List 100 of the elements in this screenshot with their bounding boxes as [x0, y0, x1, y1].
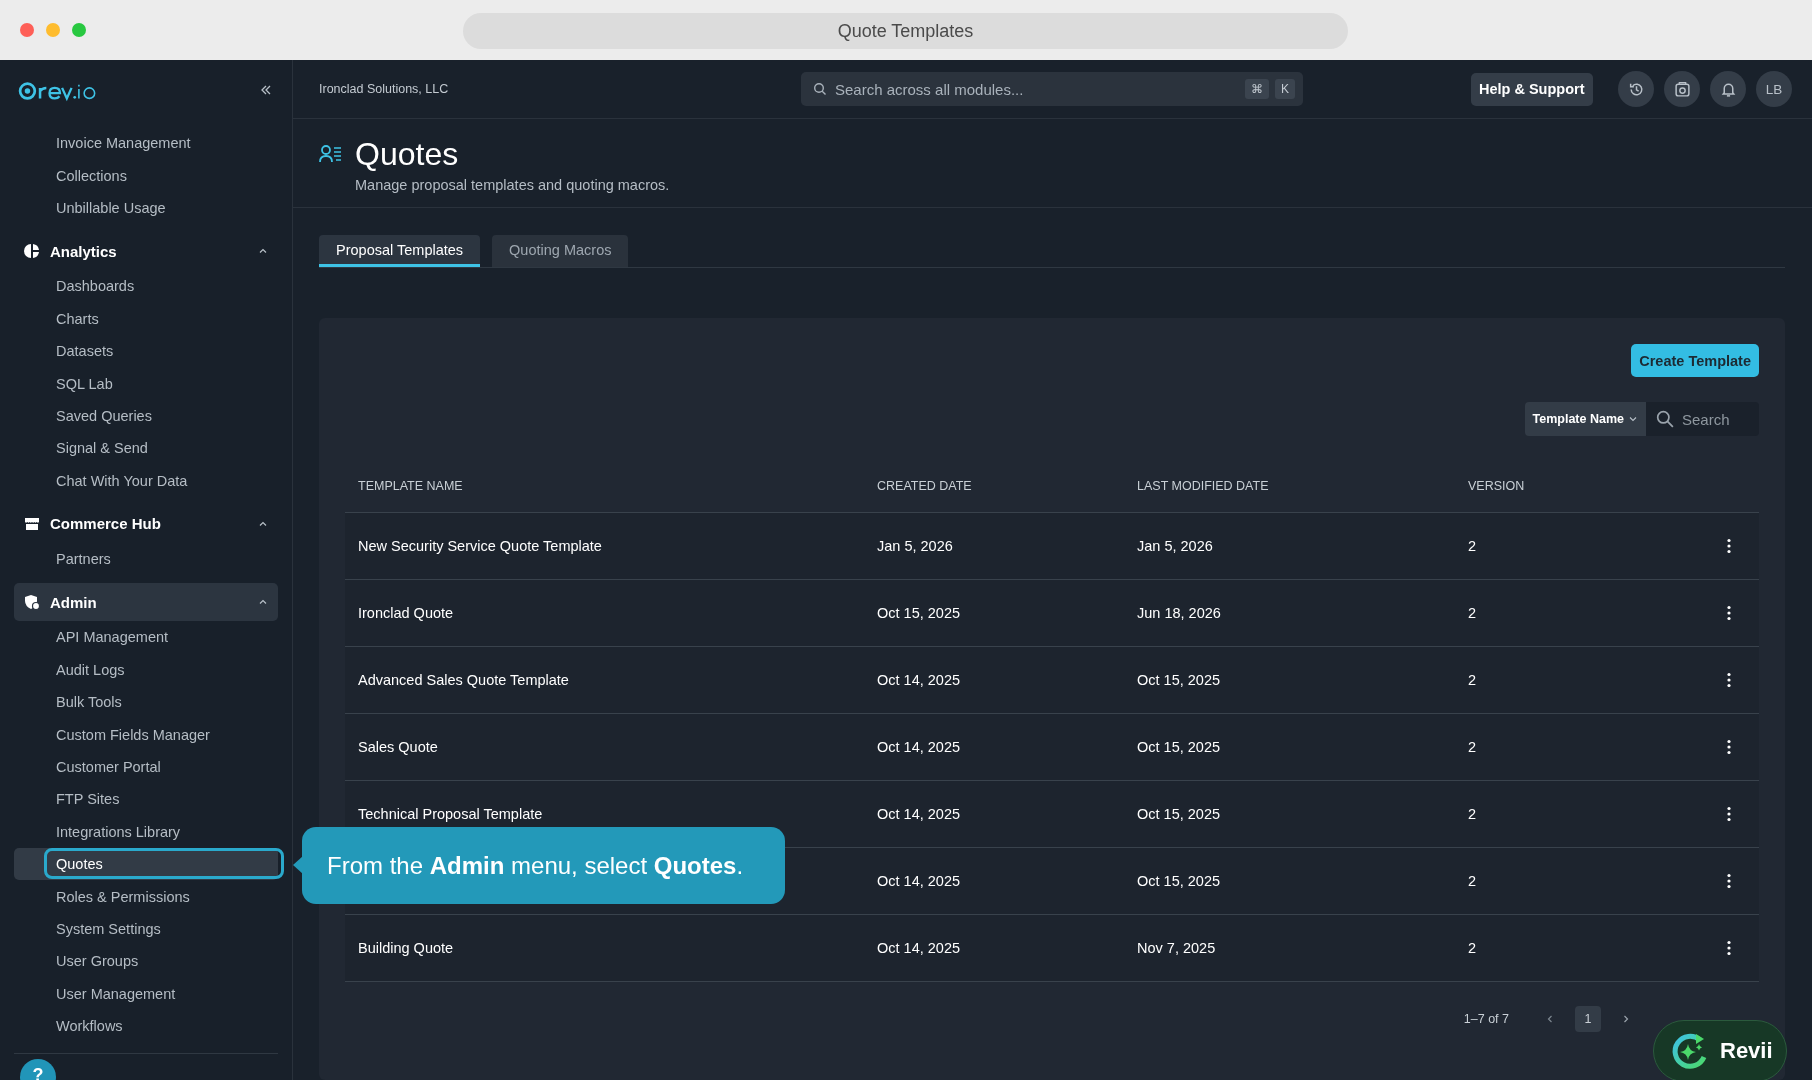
table-cell: 2 [1468, 806, 1477, 822]
sidebar-item[interactable]: Workflows [14, 1010, 278, 1043]
column-header: TEMPLATE NAME [358, 478, 464, 493]
column-header: VERSION [1468, 478, 1526, 493]
table-cell: Jun 18, 2026 [1137, 605, 1221, 621]
sidebar-item[interactable]: User Management [14, 977, 278, 1010]
section-title: Admin [50, 593, 98, 611]
camera-icon[interactable] [1664, 71, 1700, 107]
table-cell: Technical Proposal Template [358, 806, 543, 822]
history-icon[interactable] [1618, 71, 1654, 107]
table-cell: Oct 15, 2025 [1137, 873, 1221, 889]
table-cell: New Security Service Quote Template [358, 538, 602, 554]
user-avatar[interactable]: LB [1756, 71, 1792, 107]
sidebar-item[interactable]: Audit Logs [14, 653, 278, 687]
column-header: CREATED DATE [877, 478, 973, 493]
search-icon [1656, 410, 1674, 428]
more-options-icon[interactable] [1727, 538, 1731, 554]
previous-page-icon[interactable] [1545, 1014, 1555, 1024]
page-button[interactable]: 1 [1575, 1006, 1601, 1032]
sidebar-item[interactable]: Integrations Library [14, 815, 278, 849]
search-input[interactable]: Search across all modules... [833, 79, 1239, 99]
create-template-button[interactable]: Create Template [1631, 344, 1759, 377]
sidebar-item[interactable]: SQL Lab [14, 367, 278, 400]
sidebar-item[interactable]: Unbillable Usage [14, 191, 278, 225]
table-cell: Oct 14, 2025 [877, 873, 961, 889]
table-cell: Oct 14, 2025 [877, 672, 961, 688]
table-cell: Advanced Sales Quote Template [358, 672, 569, 688]
shortcut-key: ⌘ [1245, 79, 1269, 99]
sidebar-item[interactable]: Bulk Tools [14, 686, 278, 719]
table-cell: Oct 15, 2025 [877, 605, 961, 621]
table-cell: Jan 5, 2026 [1137, 538, 1213, 554]
table-cell: Oct 14, 2025 [877, 806, 961, 822]
sidebar-item[interactable]: Invoice Management [14, 127, 278, 160]
table-cell: 2 [1468, 538, 1477, 554]
table-cell: Oct 15, 2025 [1137, 739, 1221, 755]
collapse-icon[interactable] [260, 84, 272, 96]
sidebar-section[interactable]: Analytics [14, 232, 278, 271]
table-cell: Oct 14, 2025 [877, 739, 961, 755]
table-cell: Building Quote [358, 940, 454, 956]
table-cell: 2 [1468, 873, 1477, 889]
tab[interactable]: Proposal Templates [319, 235, 481, 267]
next-page-icon[interactable] [1621, 1014, 1631, 1024]
table-cell: 2 [1468, 672, 1477, 688]
shortcut-key: K [1275, 79, 1295, 99]
more-options-icon[interactable] [1727, 739, 1731, 755]
sidebar-item[interactable]: System Settings [14, 912, 278, 946]
sidebar-section[interactable]: Admin [14, 583, 278, 622]
assistant-button[interactable]: Revii [1653, 1020, 1787, 1080]
filter-dropdown[interactable]: Template Name [1524, 402, 1646, 436]
close-window-button[interactable] [20, 23, 34, 37]
tab[interactable]: Quoting Macros [492, 235, 629, 267]
table-cell: Oct 15, 2025 [1137, 672, 1221, 688]
column-header: LAST MODIFIED DATE [1137, 478, 1270, 493]
sidebar-item[interactable]: User Groups [14, 945, 278, 978]
caret-icon [1628, 414, 1638, 424]
sidebar-item[interactable]: FTP Sites [14, 783, 278, 816]
sidebar-item[interactable]: Custom Fields Manager [14, 718, 278, 751]
more-options-icon[interactable] [1727, 672, 1731, 688]
sidebar-item[interactable]: API Management [14, 621, 278, 654]
section-title: Analytics [50, 242, 118, 260]
search-field[interactable]: Search across all modules... ⌘ K [801, 72, 1303, 106]
table-cell: Ironclad Quote [358, 605, 454, 621]
table-cell: Oct 15, 2025 [1137, 806, 1221, 822]
sidebar-item[interactable]: Signal & Send [14, 432, 278, 465]
sidebar-item[interactable]: Collections [14, 159, 278, 192]
sidebar-item[interactable]: Customer Portal [14, 750, 278, 784]
more-options-icon[interactable] [1727, 940, 1731, 956]
storefront-icon [24, 515, 40, 532]
pie-chart-icon [24, 243, 40, 260]
sidebar-item[interactable]: Roles & Permissions [14, 880, 278, 913]
more-options-icon[interactable] [1727, 806, 1731, 822]
sidebar-item[interactable]: Charts [14, 302, 278, 335]
table-cell: Sales Quote [358, 739, 438, 755]
table-cell: Nov 7, 2025 [1137, 940, 1216, 956]
table-cell: Oct 14, 2025 [877, 940, 961, 956]
sidebar-item[interactable]: Saved Queries [14, 399, 278, 433]
shield-icon [24, 594, 40, 611]
sidebar-item[interactable]: Datasets [14, 334, 278, 368]
table-cell: 2 [1468, 940, 1477, 956]
pagination-range: 1–7 of 7 [1463, 1012, 1509, 1026]
instruction-tooltip: From the Admin menu, select Quotes. [302, 827, 785, 904]
table-cell: 2 [1468, 739, 1477, 755]
table-cell: Jan 5, 2026 [877, 538, 953, 554]
company-name: Ironclad Solutions, LLC [319, 82, 450, 96]
table-cell: 2 [1468, 605, 1477, 621]
page-title: Quotes [355, 135, 460, 173]
notifications-icon[interactable] [1710, 71, 1746, 107]
more-options-icon[interactable] [1727, 605, 1731, 621]
people-list-icon [319, 144, 343, 164]
table-search-field[interactable]: Search [1646, 402, 1759, 436]
search-icon [813, 82, 827, 96]
section-title: Commerce Hub [50, 515, 162, 533]
more-options-icon[interactable] [1727, 873, 1731, 889]
help-support-button[interactable]: Help & Support [1471, 72, 1593, 106]
sidebar-item[interactable]: Chat With Your Data [14, 464, 278, 497]
search-input[interactable]: Search [1680, 409, 1754, 429]
sidebar-item[interactable]: Partners [14, 542, 278, 576]
sidebar-section[interactable]: Commerce Hub [14, 504, 278, 543]
sidebar-item[interactable]: Dashboards [14, 270, 278, 303]
page-subtitle: Manage proposal templates and quoting macros. [355, 177, 670, 193]
